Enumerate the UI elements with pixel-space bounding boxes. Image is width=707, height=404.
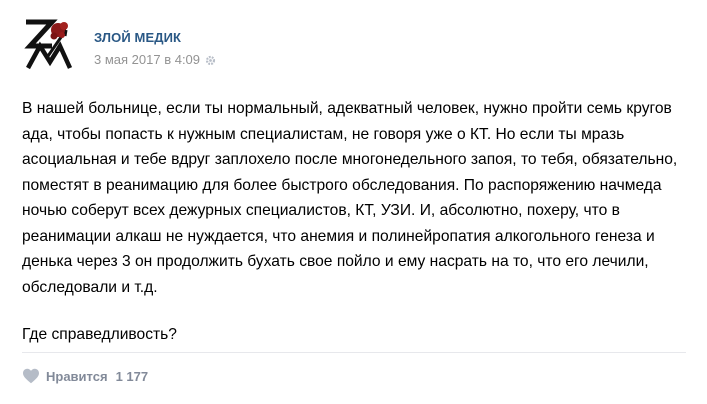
post-text: В нашей больнице, если ты нормальный, ад… [22,96,686,348]
gear-icon[interactable] [205,54,216,66]
heart-icon [22,368,40,384]
avatar[interactable] [22,16,78,72]
author-name[interactable]: ЗЛОЙ МЕДИК [94,30,181,45]
post-paragraph-2: Где справедливость? [22,326,177,343]
like-count: 1 177 [115,368,149,384]
post-card: ЗЛОЙ МЕДИК 3 мая 2017 в 4:09 В нашей бол… [0,0,707,404]
post-date[interactable]: 3 мая 2017 в 4:09 [94,52,200,67]
zm-logo-icon [24,19,73,70]
post-paragraph-1: В нашей больнице, если ты нормальный, ад… [22,100,678,296]
like-button[interactable]: Нравится 1 177 [22,368,148,384]
like-label: Нравится [46,368,108,384]
post-meta: 3 мая 2017 в 4:09 [94,52,216,67]
divider [22,352,686,353]
